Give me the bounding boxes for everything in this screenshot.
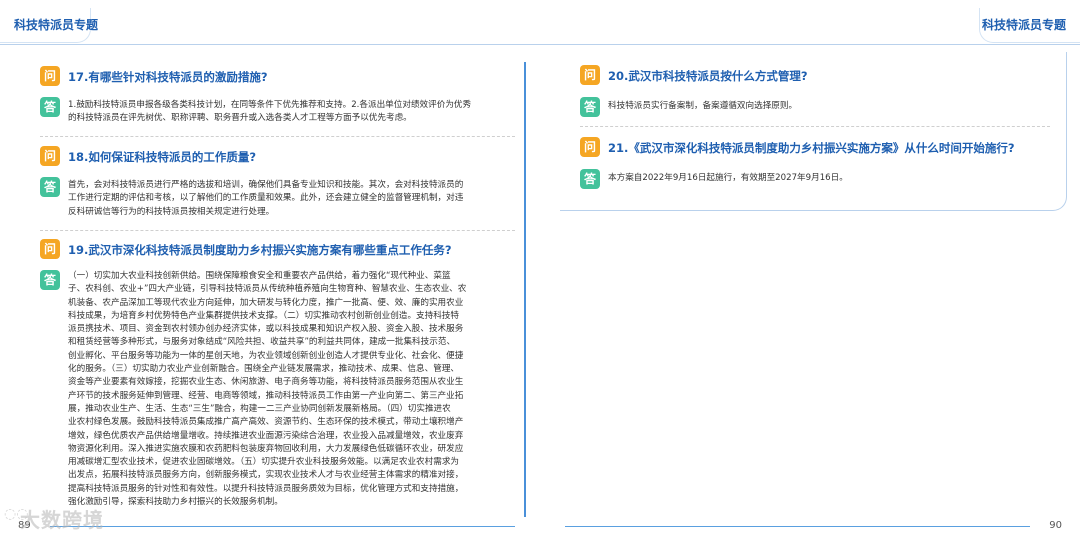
watermark: 大数跨境 — [20, 508, 104, 532]
answer-line: 提高科技特派员服务的针对性和有效性。以提升科技特派员服务质效为目标，优化管理方式… — [68, 483, 464, 494]
footer-line-left — [50, 526, 515, 527]
question-badge: 问 — [40, 239, 60, 259]
answer-line: 本方案自2022年9月16日起施行，有效期至2027年9月16日。 — [608, 173, 848, 183]
page-number-right: 90 — [1049, 520, 1062, 531]
question-badge: 问 — [40, 66, 60, 86]
answer-21: 本方案自2022年9月16日起施行，有效期至2027年9月16日。 — [608, 172, 1048, 185]
answer-line: 强化激励引导，探索科技助力乡村振兴的长效服务机制。 — [68, 497, 283, 508]
answer-17: 1.鼓励科技特派员申报各级各类科技计划，在同等条件下优先推荐和支持。2.各派出单… — [68, 99, 513, 126]
answer-line: 科技特派员实行备案制，备案遵循双向选择原则。 — [608, 101, 798, 111]
header-left-title: 科技特派员专题 — [14, 18, 99, 32]
answer-line: 1.鼓励科技特派员申报各级各类科技计划，在同等条件下优先推荐和支持。2.各派出单… — [68, 100, 472, 110]
question-20: 20.武汉市科技特派员按什么方式管理? — [608, 69, 808, 83]
answer-line: 出发点，拓展科技特派员服务方向，创新服务模式，实现农业技术人才与农业经营主体需求… — [68, 470, 464, 481]
answer-badge: 答 — [580, 169, 600, 189]
question-badge: 问 — [580, 65, 600, 85]
answer-line: 创业孵化、平台服务等功能为一体的星创天地，为农业领域创新创业创造人才提供专业化、… — [68, 350, 464, 361]
answer-line: 业农村绿色发展。鼓励科技特派员集成推广高产高效、资源节约、生态环保的技术模式，带… — [68, 417, 464, 428]
answer-line: 首先，会对科技特派员进行严格的选拔和培训，确保他们具备专业知识和技能。其次，会对… — [68, 180, 464, 190]
question-19: 19.武汉市深化科技特派员制度助力乡村振兴实施方案有哪些重点工作任务? — [68, 243, 452, 257]
answer-badge: 答 — [40, 270, 60, 290]
separator — [40, 136, 515, 137]
question-18: 18.如何保证科技特派员的工作质量? — [68, 150, 257, 164]
answer-line: 产环节的技术服务延伸到管理、经营、电商等领域，推动科技特派员工作由第一产业向第二… — [68, 390, 464, 401]
question-17: 17.有哪些针对科技特派员的激励措施? — [68, 70, 268, 84]
answer-line: 科技成果，为培育乡村优势特色产业集群提供技术支撑。（二）切实推动农村创新创业创造… — [68, 310, 460, 321]
answer-line: 机装备、农产品深加工等现代农业方向延伸，加大研发与转化力度，推广一批高、便、效、… — [68, 297, 464, 308]
separator — [40, 230, 515, 231]
answer-line: 派员携技术、项目、资金到农村领办创办经济实体，或以科技成果和知识产权入股、资金入… — [68, 324, 464, 335]
question-badge: 问 — [40, 146, 60, 166]
answer-line: 和租赁经营等多种形式，与服务对象结成“风险共担、收益共享”的利益共同体，建成一批… — [68, 337, 456, 348]
answer-18: 首先，会对科技特派员进行严格的选拔和培训，确保他们具备专业知识和技能。其次，会对… — [68, 179, 513, 219]
answer-line: 用减碳增汇型农业技术，促进农业固碳增效。（五）切实提升农业科技服务效能。以满足农… — [68, 457, 460, 468]
answer-line: 工作进行定期的评估和考核，以了解他们的工作质量和效果。此外，还会建立健全的监督管… — [68, 193, 464, 204]
answer-19: （一）切实加大农业科技创新供给。围绕保障粮食安全和重要农产品供给，着力强化“现代… — [68, 270, 518, 509]
answer-line: （一）切实加大农业科技创新供给。围绕保障粮食安全和重要农产品供给，着力强化“现代… — [68, 271, 451, 281]
column-divider — [524, 62, 526, 517]
question-badge: 问 — [580, 137, 600, 157]
header-right-title: 科技特派员专题 — [981, 18, 1066, 32]
answer-badge: 答 — [580, 97, 600, 117]
separator — [580, 126, 1050, 127]
answer-line: 物资源化利用。深入推进实施农膜和农药肥料包装废弃物回收利用，大力发展绿色低碳循环… — [68, 443, 464, 454]
answer-line: 化的服务。（三）切实助力农业产业创新融合。围绕全产业链发展需求，推动技术、成果、… — [68, 364, 460, 375]
answer-line: 展，推动农业生产、生活、生态“三生”融合，构建一二三产业协同创新发展新格局。（四… — [68, 403, 451, 414]
answer-badge: 答 — [40, 177, 60, 197]
answer-line: 资金等产业要素有效嫁接，挖掘农业生态、休闲旅游、电子商务等功能，将科技特派员服务… — [68, 377, 464, 388]
answer-line: 的科技特派员在评先树优、职称评聘、职务晋升或入选各类人才工程等方面予以优先考虑。 — [68, 113, 412, 124]
answer-20: 科技特派员实行备案制，备案遵循双向选择原则。 — [608, 100, 1048, 113]
answer-line: 子、农科创、农业+”四大产业链，引导科技特派员从传统种植养殖向生物育种、智慧农业… — [68, 284, 467, 295]
question-21: 21.《武汉市深化科技特派员制度助力乡村振兴实施方案》从什么时间开始施行? — [608, 141, 1015, 155]
answer-badge: 答 — [40, 97, 60, 117]
answer-line: 增效，绿色优质农产品供给增量增收。持续推进农业面源污染综合治理，农业投入品减量增… — [68, 430, 464, 441]
answer-line: 反科研诚信等行为的科技特派员按相关规定进行处理。 — [68, 206, 275, 217]
page-header: 科技特派员专题 科技特派员专题 — [0, 0, 1080, 46]
header-divider — [0, 44, 1080, 45]
footer-line-right — [565, 526, 1030, 527]
